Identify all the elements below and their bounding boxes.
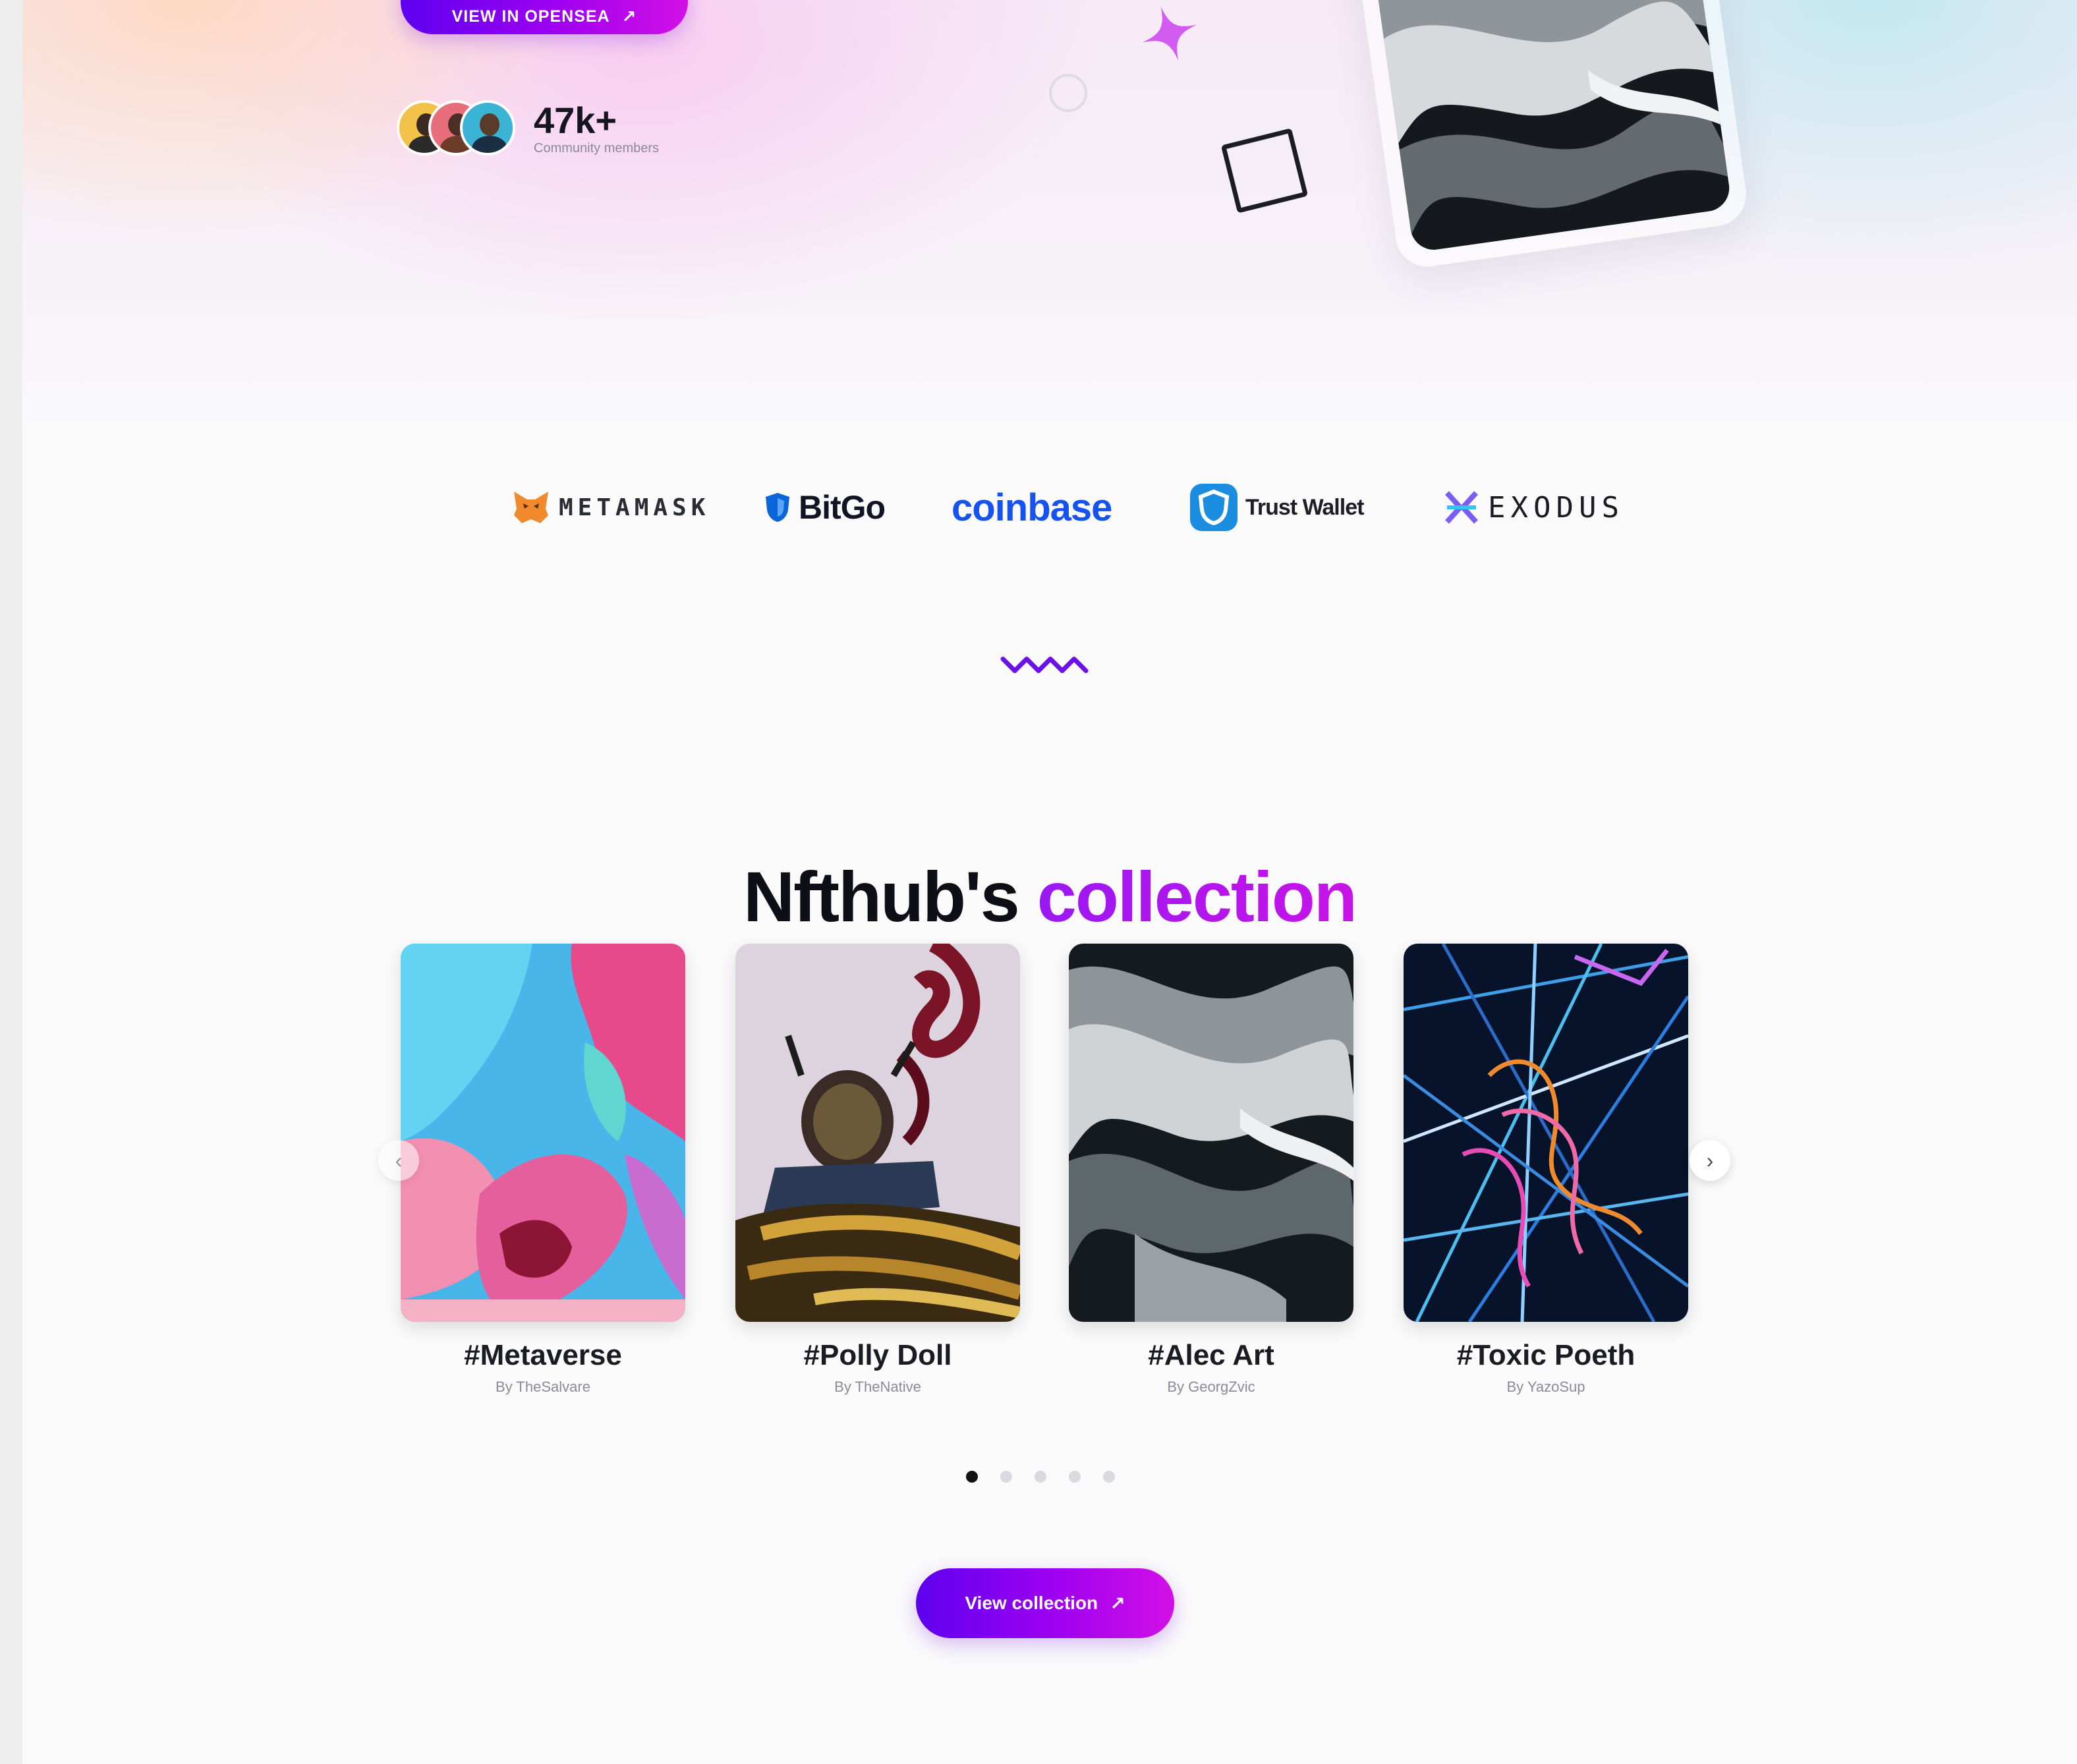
collection-card[interactable]: #Polly Doll By TheNative — [735, 944, 1020, 1396]
partner-exodus[interactable]: EXODUS — [1443, 474, 1624, 540]
card-title: #Toxic Poeth — [1456, 1339, 1636, 1371]
card-author: By TheSalvare — [496, 1379, 590, 1395]
landing-page: VIEW IN OPENSEA ↗ 47k+ Community members — [22, 0, 2077, 1764]
partner-logos: METAMASK BitGo coinbase Trust Wallet EXO — [22, 474, 2077, 540]
view-in-opensea-button[interactable]: VIEW IN OPENSEA ↗ — [401, 0, 688, 34]
carousel-dot[interactable] — [966, 1471, 978, 1483]
chevron-left-icon: ‹ — [395, 1148, 403, 1172]
sparkle-star-icon — [1142, 6, 1197, 61]
partner-trust-wallet[interactable]: Trust Wallet — [1190, 474, 1364, 540]
avatar — [460, 100, 515, 156]
card-image — [735, 944, 1020, 1322]
partner-name: EXODUS — [1488, 490, 1624, 525]
partner-metamask[interactable]: METAMASK — [511, 474, 710, 540]
collection-card[interactable]: #Alec Art By GeorgZvic — [1069, 944, 1353, 1396]
card-title: #Polly Doll — [803, 1339, 952, 1371]
carousel-dot[interactable] — [1000, 1471, 1012, 1483]
partner-name: coinbase — [952, 486, 1112, 529]
card-title: #Metaverse — [464, 1339, 622, 1371]
page-left-edge — [0, 0, 22, 1764]
partner-coinbase[interactable]: coinbase — [952, 474, 1112, 540]
arrow-up-right-icon: ↗ — [1110, 1593, 1125, 1614]
card-author: By GeorgZvic — [1167, 1379, 1255, 1395]
carousel-dot[interactable] — [1103, 1471, 1115, 1483]
card-image — [1404, 944, 1688, 1322]
chevron-right-icon: › — [1706, 1148, 1714, 1172]
partner-name: BitGo — [799, 489, 886, 526]
carousel-pagination — [966, 1471, 1124, 1487]
section-title-accent: collection — [1037, 856, 1357, 936]
shield-icon — [766, 493, 789, 522]
carousel-dot[interactable] — [1069, 1471, 1081, 1483]
square-outline-decoration-icon — [1220, 128, 1309, 213]
section-title: Nfthub's collection — [22, 855, 2077, 938]
view-collection-label: View collection — [965, 1593, 1098, 1613]
squiggle-divider-icon — [1000, 656, 1089, 673]
hero-featured-card — [1352, 0, 1750, 271]
arrow-up-right-icon: ↗ — [621, 6, 637, 26]
fox-icon — [514, 492, 548, 523]
carousel-next-button[interactable]: › — [1690, 1140, 1730, 1181]
card-image — [1069, 944, 1353, 1322]
partner-bitgo[interactable]: BitGo — [764, 474, 886, 540]
section-title-main: Nfthub's — [743, 856, 1020, 936]
shield-check-icon — [1190, 484, 1238, 531]
hero-featured-image — [1370, 0, 1732, 253]
community-count: 47k+ — [534, 100, 617, 141]
partner-name: Trust Wallet — [1245, 494, 1364, 520]
card-image — [401, 944, 685, 1322]
view-collection-button[interactable]: View collection ↗ — [916, 1568, 1174, 1638]
card-title: #Alec Art — [1148, 1339, 1274, 1371]
partner-name: METAMASK — [559, 494, 710, 521]
circle-decoration-icon — [1049, 74, 1087, 112]
hero-section: VIEW IN OPENSEA ↗ 47k+ Community members — [22, 0, 2077, 448]
carousel-dot[interactable] — [1035, 1471, 1046, 1483]
exodus-x-icon — [1445, 491, 1478, 524]
community-avatars — [397, 100, 515, 159]
view-in-opensea-label: VIEW IN OPENSEA — [451, 7, 610, 26]
collection-card[interactable]: #Metaverse By TheSalvare — [401, 944, 685, 1396]
collection-card[interactable]: #Toxic Poeth By YazoSup — [1404, 944, 1688, 1396]
card-author: By YazoSup — [1506, 1379, 1585, 1395]
card-author: By TheNative — [834, 1379, 921, 1395]
community-label: Community members — [534, 141, 660, 156]
carousel-prev-button[interactable]: ‹ — [378, 1140, 419, 1181]
